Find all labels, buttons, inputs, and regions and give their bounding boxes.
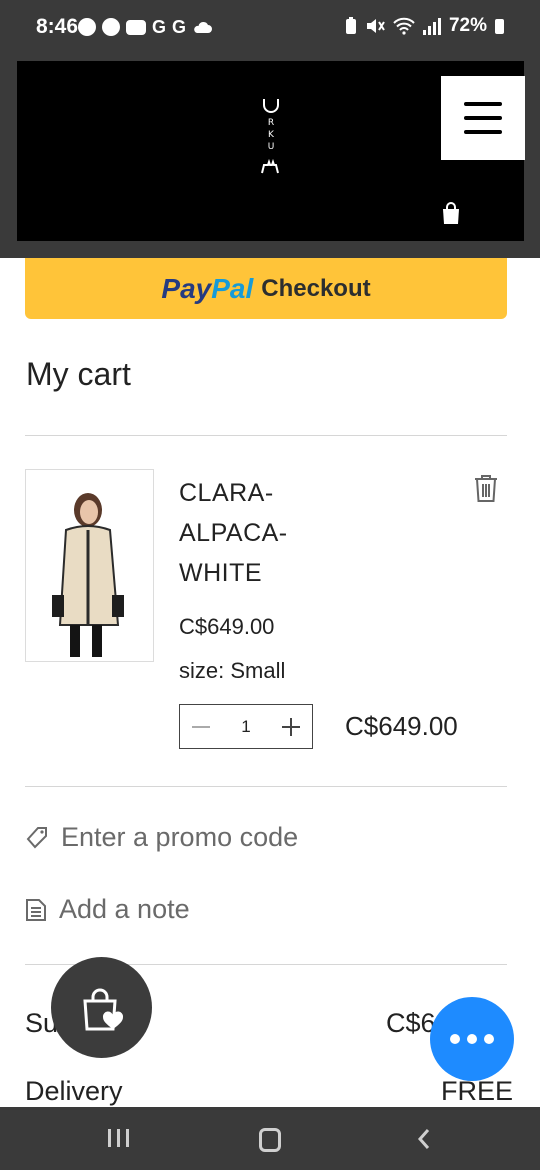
- cloud-icon: [194, 21, 213, 33]
- google-icon: G: [152, 17, 167, 37]
- svg-text:R: R: [268, 118, 274, 128]
- paypal-logo: PayPal: [161, 272, 254, 304]
- dot: [450, 1034, 460, 1044]
- product-price: C$649.00: [179, 614, 275, 639]
- divider: [25, 435, 507, 436]
- battery-icon: [495, 18, 504, 34]
- status-bar: 8:46 G G 72%: [0, 0, 540, 45]
- site-header-frame: R K U: [0, 45, 540, 258]
- google-icon: G: [172, 17, 187, 37]
- site-header: R K U: [17, 61, 525, 241]
- product-name[interactable]: CLARA-ALPACA-WHITE: [179, 473, 329, 593]
- youtube-icon: [126, 19, 146, 35]
- paypal-checkout-label: Checkout: [261, 274, 371, 302]
- svg-text:K: K: [268, 130, 275, 140]
- menu-line: [464, 116, 502, 120]
- battery-percent: 72%: [448, 15, 487, 36]
- plus-icon: [282, 717, 300, 736]
- messenger-icon: [78, 18, 96, 36]
- menu-button[interactable]: [441, 76, 525, 160]
- svg-text:U: U: [268, 142, 275, 152]
- increase-quantity-button[interactable]: [270, 705, 312, 748]
- shopping-bag-heart-icon: [82, 988, 123, 1030]
- status-time: 8:46: [36, 15, 79, 38]
- brand-logo[interactable]: R K U: [260, 97, 282, 182]
- mute-icon: [366, 19, 385, 33]
- back-icon[interactable]: [414, 1127, 434, 1151]
- wifi-icon: [393, 17, 415, 35]
- add-note-link[interactable]: Add a note: [25, 894, 190, 925]
- paypal-checkout-button[interactable]: PayPal Checkout: [25, 258, 507, 319]
- signal-icon: [422, 17, 441, 35]
- quantity-value[interactable]: 1: [241, 717, 250, 737]
- promo-code-label: Enter a promo code: [61, 822, 299, 852]
- page-title: My cart: [26, 356, 131, 392]
- add-note-label: Add a note: [59, 894, 190, 924]
- shopping-bag-icon[interactable]: [441, 201, 461, 225]
- battery-saver-icon: [345, 17, 356, 34]
- note-icon: [26, 898, 46, 921]
- delivery-label: Delivery: [25, 1076, 123, 1106]
- status-right: 72%: [345, 15, 504, 37]
- decrease-quantity-button[interactable]: [180, 705, 222, 748]
- dot: [484, 1034, 494, 1044]
- notification-icons: G G: [78, 17, 213, 37]
- subtotal-value: C$6: [386, 1008, 436, 1038]
- minus-icon: [192, 725, 210, 728]
- recents-button[interactable]: [108, 1129, 129, 1147]
- quantity-stepper[interactable]: 1: [179, 704, 313, 749]
- home-button[interactable]: [259, 1128, 281, 1152]
- line-total: C$649.00: [345, 711, 458, 741]
- dot: [467, 1034, 477, 1044]
- product-image: [26, 470, 153, 661]
- promo-code-link[interactable]: Enter a promo code: [25, 822, 298, 853]
- product-size: size: Small: [179, 658, 286, 683]
- messenger-icon: [102, 18, 120, 36]
- wishlist-button[interactable]: [51, 957, 152, 1058]
- chat-button[interactable]: [430, 997, 514, 1081]
- product-thumbnail[interactable]: [25, 469, 154, 662]
- trash-icon[interactable]: [472, 473, 500, 503]
- menu-line: [464, 102, 502, 106]
- divider: [25, 786, 507, 787]
- tag-icon: [26, 826, 47, 848]
- system-nav-bar: [0, 1107, 540, 1170]
- logo-mark-icon: R K U: [261, 99, 279, 174]
- menu-line: [464, 130, 502, 134]
